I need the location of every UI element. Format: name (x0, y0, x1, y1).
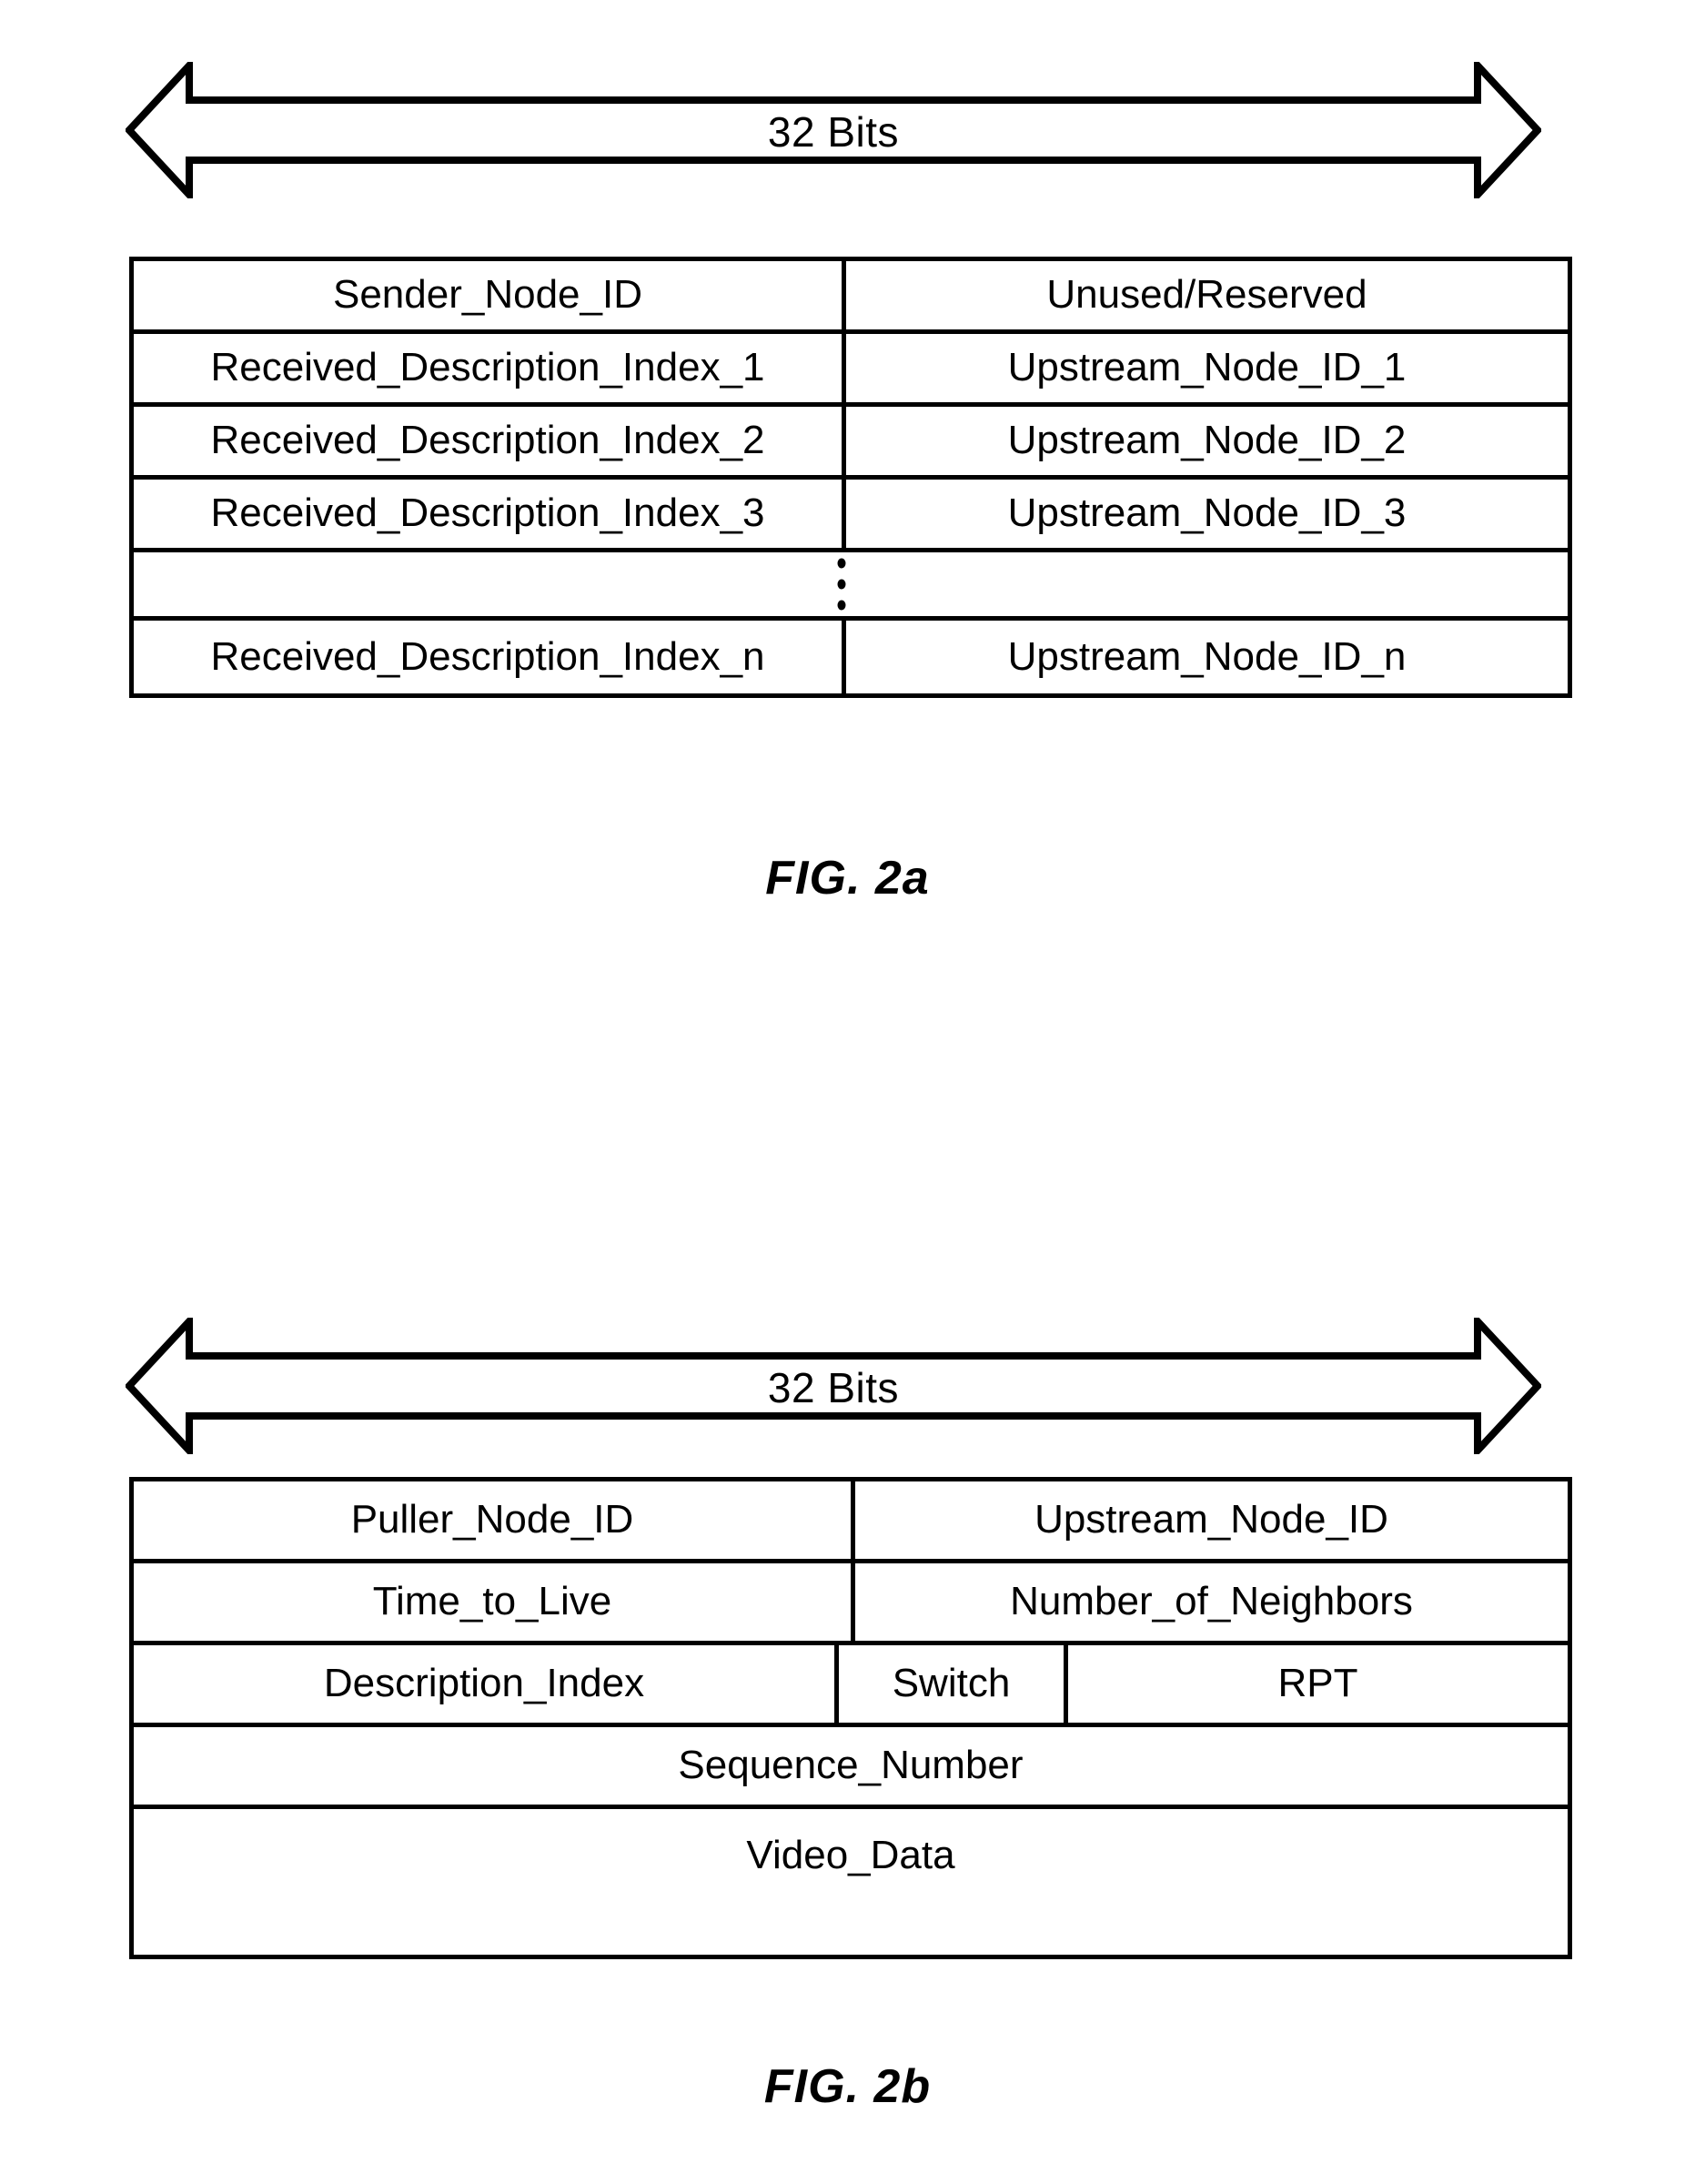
figure-caption-2a: FIG. 2a (765, 852, 930, 905)
packet-format-table-fig2b: Puller_Node_ID Upstream_Node_ID Time_to_… (129, 1477, 1572, 1959)
field-cell: Switch (834, 1645, 1064, 1723)
field-cell: Received_Description_Index_2 (210, 418, 765, 463)
packet-format-table-fig2a: Sender_Node_ID Unused/Reserved Received_… (129, 257, 1572, 698)
field-cell: Video_Data (746, 1833, 955, 1877)
ellipsis-cell (134, 552, 1568, 616)
field-cell: Received_Description_Index_n (210, 633, 765, 679)
table-row: Puller_Node_ID Upstream_Node_ID (134, 1481, 1568, 1563)
field-cell: Received_Description_Index_3 (210, 490, 765, 536)
vertical-ellipsis-icon (837, 558, 846, 611)
field-cell: Sequence_Number (678, 1743, 1024, 1788)
field-cell: Upstream_Node_ID (851, 1481, 1568, 1559)
table-row: Sender_Node_ID Unused/Reserved (134, 261, 1568, 334)
field-cell: Upstream_Node_ID_1 (842, 334, 1568, 402)
field-cell: RPT (1064, 1645, 1568, 1723)
field-cell: Time_to_Live (372, 1579, 612, 1624)
table-row-ellipsis (134, 552, 1568, 621)
field-cell: Upstream_Node_ID_3 (842, 480, 1568, 548)
table-row: Sequence_Number (134, 1727, 1568, 1809)
table-row: Received_Description_Index_1 Upstream_No… (134, 334, 1568, 407)
table-row: Received_Description_Index_3 Upstream_No… (134, 480, 1568, 552)
table-row: Received_Description_Index_n Upstream_No… (134, 621, 1568, 693)
table-row: Video_Data (134, 1809, 1568, 1955)
field-cell: Upstream_Node_ID_n (842, 621, 1568, 693)
field-cell: Sender_Node_ID (332, 272, 642, 318)
figure-caption-2b: FIG. 2b (763, 2060, 932, 2113)
field-cell: Received_Description_Index_1 (210, 345, 765, 390)
table-row: Description_Index Switch RPT (134, 1645, 1568, 1727)
field-cell: Puller_Node_ID (350, 1497, 634, 1542)
field-cell: Number_of_Neighbors (851, 1563, 1568, 1641)
field-cell: Unused/Reserved (842, 261, 1568, 329)
width-arrow-32-bits-fig2a: 32 Bits (126, 62, 1541, 198)
width-arrow-label: 32 Bits (767, 1364, 900, 1411)
width-arrow-label: 32 Bits (767, 108, 900, 156)
width-arrow-32-bits-fig2b: 32 Bits (126, 1318, 1541, 1454)
table-row: Received_Description_Index_2 Upstream_No… (134, 407, 1568, 480)
table-row: Time_to_Live Number_of_Neighbors (134, 1563, 1568, 1645)
field-cell: Description_Index (323, 1661, 645, 1706)
field-cell: Upstream_Node_ID_2 (842, 407, 1568, 475)
